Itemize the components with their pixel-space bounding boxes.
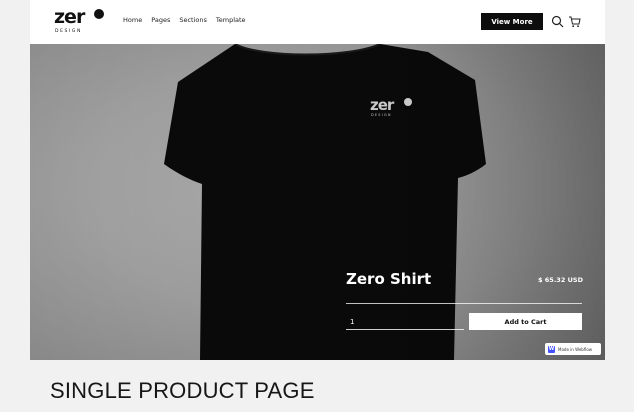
shirt-logo-wordmark: zer: [370, 96, 394, 114]
view-more-button[interactable]: View More: [481, 13, 543, 30]
nav-links: Home Pages Sections Template: [123, 16, 246, 24]
website-frame: zer DESIGN Home Pages Sections Template …: [30, 0, 605, 360]
quantity-input[interactable]: [346, 314, 464, 330]
nav-link-pages[interactable]: Pages: [151, 16, 170, 24]
nav-link-template[interactable]: Template: [216, 16, 246, 24]
search-icon[interactable]: [551, 15, 564, 28]
logo-dot: [94, 9, 104, 19]
made-in-webflow-badge[interactable]: W Made in Webflow: [545, 343, 601, 355]
product-hero: zer DESIGN Zero Shirt $ 65.32 USD Add to…: [30, 44, 605, 360]
webflow-badge-label: Made in Webflow: [558, 346, 593, 352]
nav-link-home[interactable]: Home: [123, 16, 142, 24]
navbar: zer DESIGN Home Pages Sections Template …: [30, 0, 605, 44]
product-price: $ 65.32 USD: [538, 276, 583, 284]
add-to-cart-button[interactable]: Add to Cart: [469, 313, 582, 330]
logo-wordmark: zer: [54, 6, 85, 28]
logo-subtitle: DESIGN: [55, 29, 82, 34]
shirt-logo-subtitle: DESIGN: [371, 113, 392, 117]
webflow-logo-icon: W: [548, 345, 555, 353]
shirt-print-logo: zer DESIGN: [370, 96, 420, 122]
title-divider: [346, 303, 582, 304]
nav-link-sections[interactable]: Sections: [179, 16, 207, 24]
cart-icon[interactable]: [568, 15, 581, 28]
page-caption: SINGLE PRODUCT PAGE: [50, 378, 315, 403]
product-title: Zero Shirt: [346, 270, 432, 288]
shirt-logo-dot: [404, 98, 412, 106]
brand-logo[interactable]: zer DESIGN: [54, 6, 106, 36]
